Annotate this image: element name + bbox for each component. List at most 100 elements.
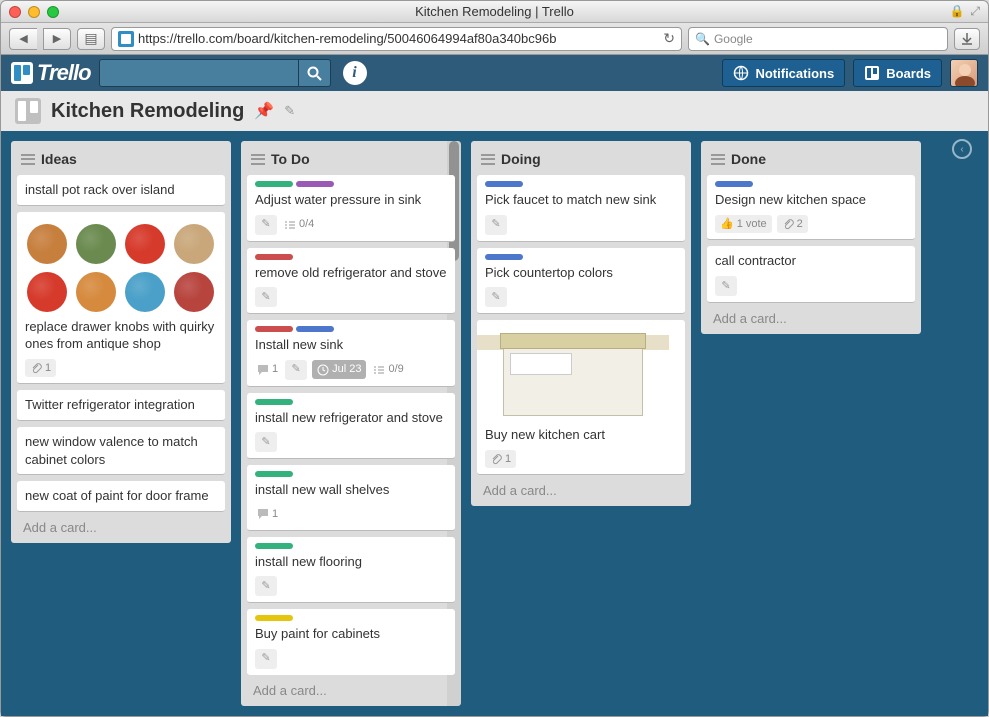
card-cover-image bbox=[25, 218, 217, 318]
list-header[interactable]: To Do bbox=[247, 147, 455, 175]
card-badges: ✎ bbox=[255, 576, 447, 596]
board-canvas[interactable]: Ideas install pot rack over island replace… bbox=[1, 131, 988, 716]
list-menu-icon bbox=[481, 154, 495, 165]
header-search bbox=[99, 59, 331, 87]
url-text: https://trello.com/board/kitchen-remodel… bbox=[138, 31, 556, 46]
card[interactable]: new window valence to match cabinet colo… bbox=[17, 427, 225, 475]
comments-badge: 1 bbox=[255, 360, 280, 379]
card[interactable]: Install new sink1✎Jul 230/9 bbox=[247, 320, 455, 387]
app-header: Trello i Notifications Boards bbox=[1, 55, 988, 91]
list-header[interactable]: Done bbox=[707, 147, 915, 175]
search-placeholder: Google bbox=[714, 32, 753, 46]
label-yellow bbox=[255, 615, 293, 621]
minimize-window-button[interactable] bbox=[28, 6, 40, 18]
card[interactable]: Buy new kitchen cart 1 bbox=[477, 320, 685, 475]
card[interactable]: Design new kitchen space👍1 vote2 bbox=[707, 175, 915, 240]
downloads-button[interactable] bbox=[954, 28, 980, 50]
card-badges: ✎ bbox=[485, 287, 677, 307]
cards-container: Design new kitchen space👍1 vote2call con… bbox=[707, 175, 915, 303]
card-labels bbox=[485, 181, 677, 187]
trello-logo[interactable]: Trello bbox=[11, 60, 91, 86]
list-header[interactable]: Ideas bbox=[17, 147, 225, 175]
favicon-icon bbox=[118, 31, 134, 47]
card-title: call contractor bbox=[715, 252, 907, 270]
knob-icon bbox=[174, 224, 214, 264]
boards-button[interactable]: Boards bbox=[853, 59, 942, 87]
boards-label: Boards bbox=[886, 66, 931, 81]
card-title: replace drawer knobs with quirky ones fr… bbox=[25, 318, 217, 353]
notifications-button[interactable]: Notifications bbox=[722, 59, 845, 87]
card[interactable]: install new flooring✎ bbox=[247, 537, 455, 604]
card-title: Twitter refrigerator integration bbox=[25, 396, 217, 414]
cards-container: Adjust water pressure in sink✎0/4remove … bbox=[247, 175, 455, 675]
card-labels bbox=[485, 254, 677, 260]
edit-board-icon[interactable]: ✎ bbox=[284, 103, 295, 119]
card-title: Design new kitchen space bbox=[715, 191, 907, 209]
expand-icon: ⤢ bbox=[970, 4, 980, 19]
list: DoingPick faucet to match new sink✎Pick … bbox=[471, 141, 691, 506]
card-cover-image bbox=[477, 320, 669, 420]
lock-icon: 🔒 bbox=[949, 4, 964, 19]
card[interactable]: Adjust water pressure in sink✎0/4 bbox=[247, 175, 455, 242]
card[interactable]: install new refrigerator and stove✎ bbox=[247, 393, 455, 460]
cards-container: Pick faucet to match new sink✎Pick count… bbox=[477, 175, 685, 475]
titlebar-right-icons: 🔒 ⤢ bbox=[949, 4, 980, 19]
back-button[interactable]: ◀ bbox=[9, 28, 37, 50]
info-button[interactable]: i bbox=[343, 61, 367, 85]
attachments-badge: 1 bbox=[25, 359, 56, 378]
card-title: Buy new kitchen cart bbox=[485, 426, 677, 444]
sidebar-toggle-button[interactable]: ‹ bbox=[952, 139, 972, 159]
trello-logo-icon bbox=[11, 62, 33, 84]
board-icon bbox=[15, 98, 41, 124]
board-header: Kitchen Remodeling 📌 ✎ bbox=[1, 91, 988, 131]
star-icon[interactable]: 📌 bbox=[254, 101, 274, 121]
knob-icon bbox=[76, 272, 116, 312]
label-blue bbox=[485, 254, 523, 260]
list: Ideas install pot rack over island replace… bbox=[11, 141, 231, 543]
label-blue bbox=[296, 326, 334, 332]
card[interactable]: new coat of paint for door frame bbox=[17, 481, 225, 512]
browser-search[interactable]: 🔍 Google bbox=[688, 27, 948, 51]
description-badge: ✎ bbox=[255, 287, 277, 307]
card[interactable]: call contractor✎ bbox=[707, 246, 915, 303]
card-labels bbox=[255, 181, 447, 187]
list-header[interactable]: Doing bbox=[477, 147, 685, 175]
card[interactable]: install new wall shelves1 bbox=[247, 465, 455, 530]
forward-button[interactable]: ▶ bbox=[43, 28, 71, 50]
user-avatar[interactable] bbox=[950, 59, 978, 87]
add-card-button[interactable]: Add a card... bbox=[477, 475, 685, 500]
card-title: Pick countertop colors bbox=[485, 264, 677, 282]
card[interactable]: Pick faucet to match new sink✎ bbox=[477, 175, 685, 242]
zoom-window-button[interactable] bbox=[47, 6, 59, 18]
card[interactable]: Twitter refrigerator integration bbox=[17, 390, 225, 421]
card[interactable]: install pot rack over island bbox=[17, 175, 225, 206]
knob-icon bbox=[76, 224, 116, 264]
board-title[interactable]: Kitchen Remodeling bbox=[51, 100, 244, 123]
thumbs-up-icon: 👍 bbox=[720, 217, 734, 232]
card-badges: 1 bbox=[485, 450, 677, 469]
list-title: Ideas bbox=[41, 151, 77, 167]
add-card-button[interactable]: Add a card... bbox=[707, 303, 915, 328]
card[interactable]: remove old refrigerator and stove✎ bbox=[247, 248, 455, 315]
description-badge: ✎ bbox=[255, 576, 277, 596]
close-window-button[interactable] bbox=[9, 6, 21, 18]
card-badges: ✎ bbox=[255, 649, 447, 669]
reload-button[interactable]: ↻ bbox=[663, 30, 675, 47]
card-badges: ✎ bbox=[485, 215, 677, 235]
description-badge: ✎ bbox=[255, 215, 277, 235]
label-blue bbox=[485, 181, 523, 187]
card[interactable]: Pick countertop colors ✎ bbox=[477, 248, 685, 315]
window-titlebar: Kitchen Remodeling | Trello 🔒 ⤢ bbox=[1, 1, 988, 23]
add-card-button[interactable]: Add a card... bbox=[247, 675, 455, 700]
bookmarks-button[interactable]: ▤ bbox=[77, 28, 105, 50]
card[interactable]: replace drawer knobs with quirky ones fr… bbox=[17, 212, 225, 385]
list: DoneDesign new kitchen space👍1 vote2call… bbox=[701, 141, 921, 334]
search-input[interactable] bbox=[99, 59, 299, 87]
card[interactable]: Buy paint for cabinets✎ bbox=[247, 609, 455, 675]
search-button[interactable] bbox=[299, 59, 331, 87]
list-title: Done bbox=[731, 151, 766, 167]
url-bar[interactable]: https://trello.com/board/kitchen-remodel… bbox=[111, 27, 682, 51]
add-card-button[interactable]: Add a card... bbox=[17, 512, 225, 537]
list-title: To Do bbox=[271, 151, 310, 167]
description-badge: ✎ bbox=[485, 287, 507, 307]
